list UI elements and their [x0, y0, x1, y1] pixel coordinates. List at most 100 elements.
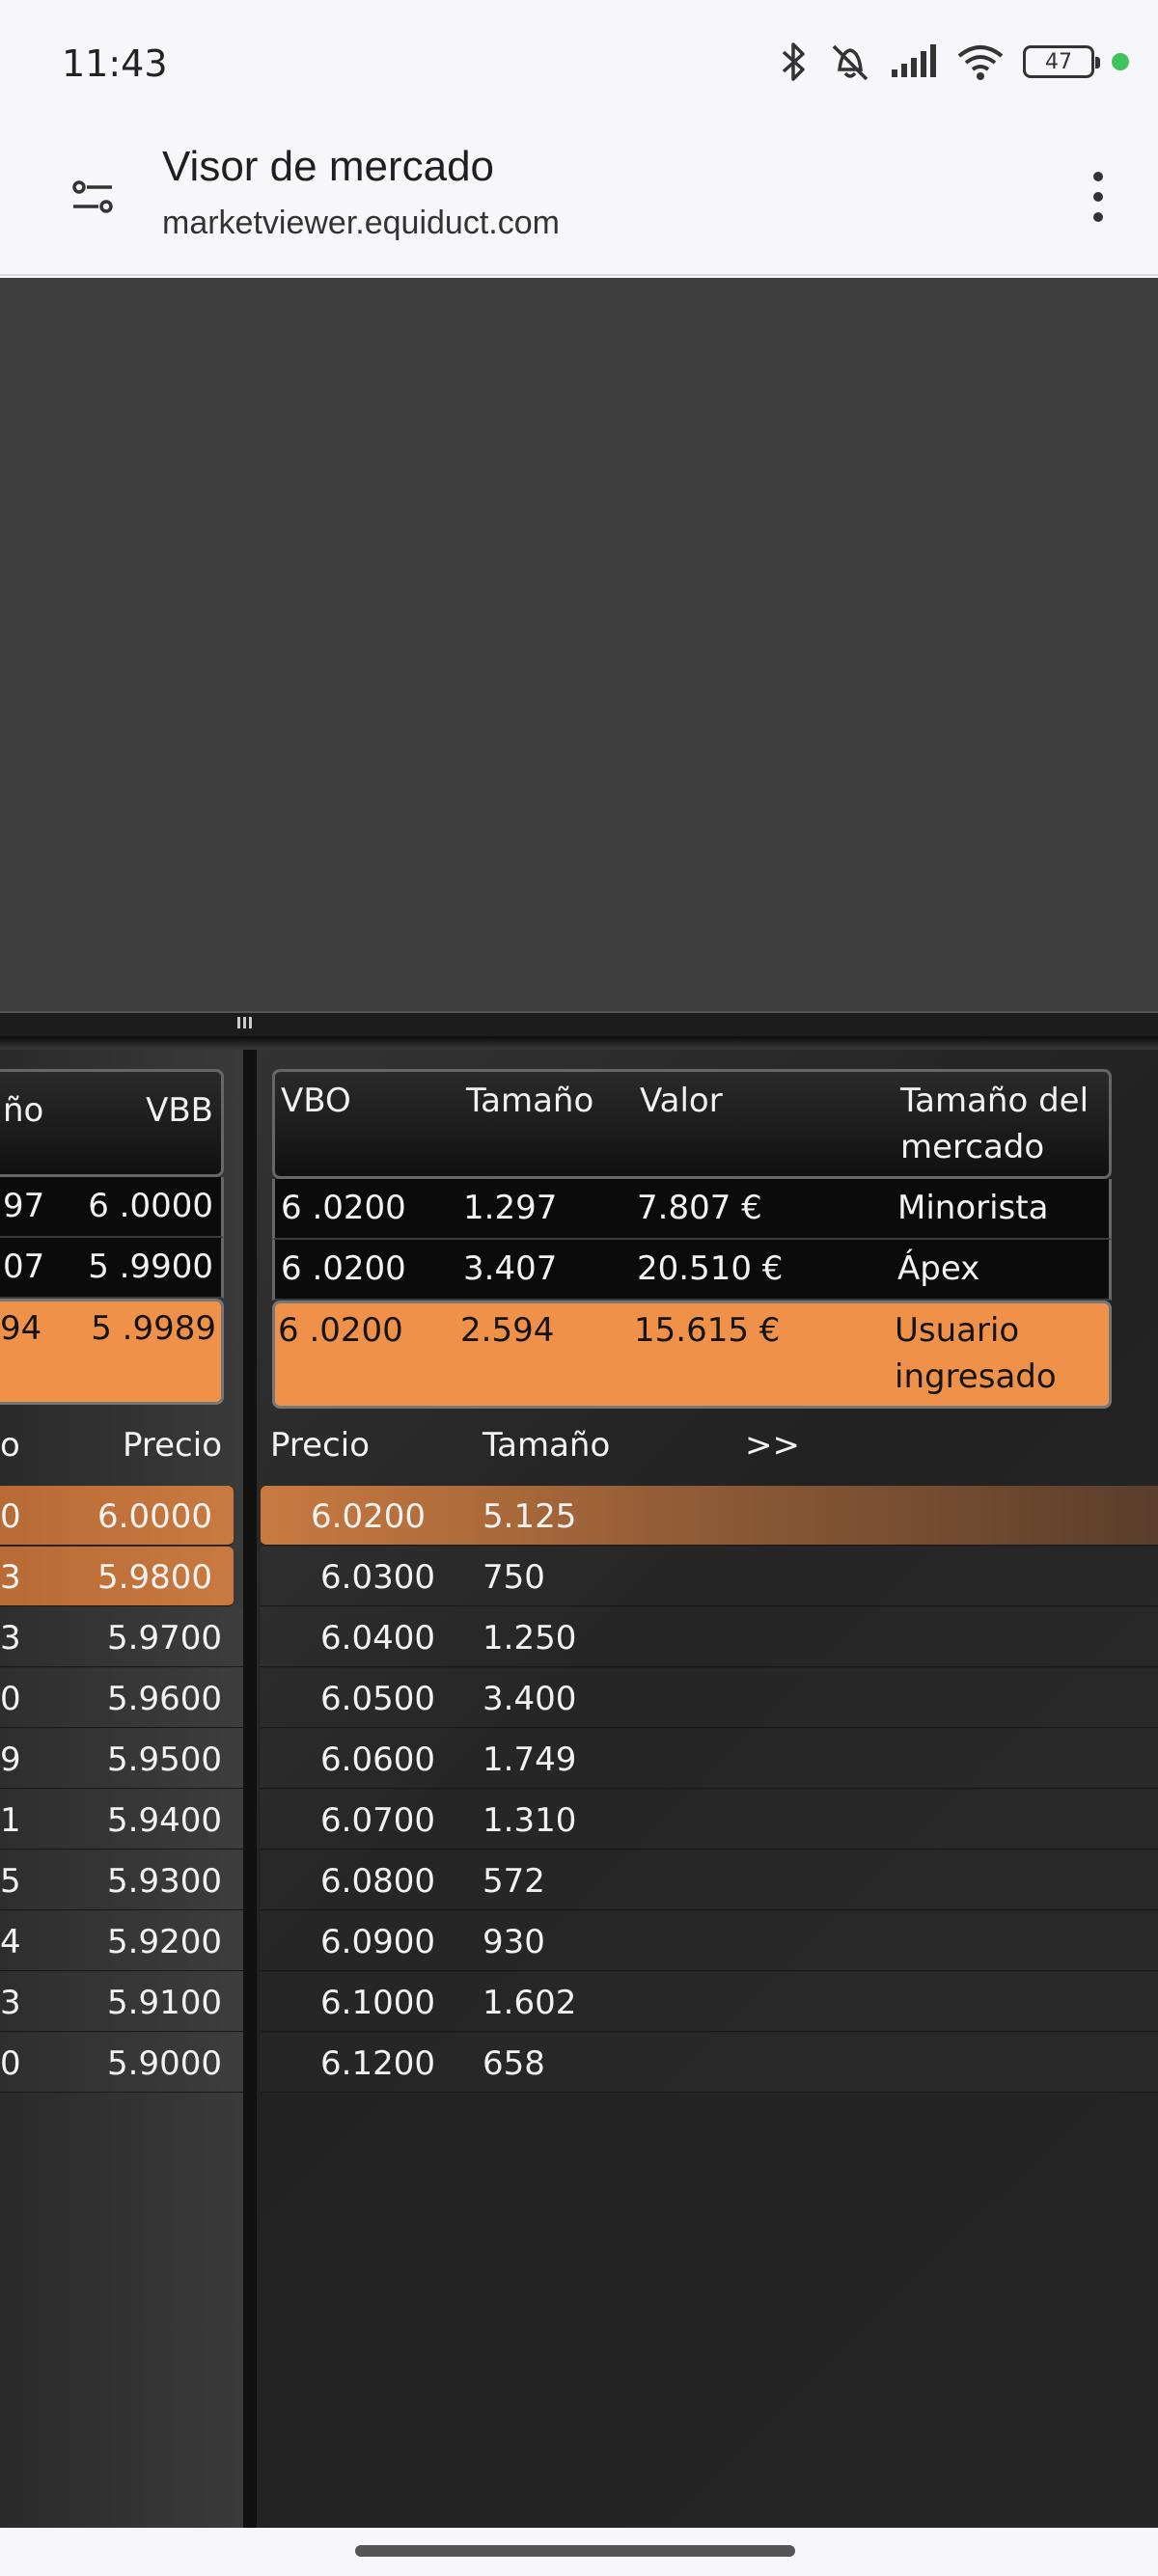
bid-book-price-header: Precio [123, 1426, 222, 1465]
offer-book-size: 1.602 [482, 1984, 577, 2022]
more-options-icon[interactable] [1085, 166, 1112, 228]
market-viewer: ño VBB 97 6 .0000 07 5 .9900 94 5 .9989 … [0, 278, 1158, 2528]
bid-vbb-header: VBB [146, 1091, 213, 1130]
bid-book-size: 0 [0, 1680, 21, 1718]
privacy-indicator [1112, 53, 1129, 70]
offer-quote-size: 2.594 [460, 1311, 555, 1350]
bid-book-price: 5.9000 [107, 2044, 222, 2083]
offer-book-price: 6.0300 [320, 1558, 435, 1597]
offer-size-header: Tamaño [466, 1082, 594, 1120]
offer-quote-size: 3.407 [463, 1249, 558, 1288]
offer-quote-market: Ápex [897, 1249, 980, 1288]
bid-book-row[interactable]: 3 5.9100 [0, 1972, 243, 2032]
offer-quote-market: Minorista [897, 1189, 1049, 1227]
offer-book-row[interactable]: 6.1000 1.602 [261, 1972, 1158, 2032]
offer-book-size: 572 [482, 1862, 545, 1901]
offer-book-price: 6.0900 [320, 1923, 435, 1961]
bid-book-row[interactable]: 9 5.9500 [0, 1729, 243, 1789]
offer-quote-header: VBO Tamaño Valor Tamaño del mercado [272, 1069, 1112, 1179]
bid-quote-size: 07 [3, 1247, 45, 1286]
bid-book-row[interactable]: 0 5.9000 [0, 2033, 243, 2093]
offer-book-row[interactable]: 6.0700 1.310 [261, 1790, 1158, 1850]
bid-quote-row-user[interactable]: 94 5 .9989 [0, 1299, 224, 1405]
bid-book-size: 0 [0, 1497, 21, 1536]
bid-book-row[interactable]: 5 5.9300 [0, 1850, 243, 1910]
bid-quote-vbb: 6 .0000 [88, 1187, 213, 1225]
bid-quote-vbb: 5 .9900 [88, 1247, 213, 1286]
offer-book-price: 6.0400 [320, 1619, 435, 1658]
offer-quote-market-2: ingresado [895, 1357, 1057, 1396]
bid-book-row[interactable]: 4 5.9200 [0, 1911, 243, 1971]
bid-book-row[interactable]: 3 5.9800 [0, 1547, 234, 1606]
offer-quote-value: 20.510 € [637, 1249, 784, 1288]
site-settings-icon[interactable] [68, 172, 118, 222]
offer-book-row[interactable]: 6.0400 1.250 [261, 1607, 1158, 1667]
panel-divider [243, 1050, 257, 2528]
page-title: Visor de mercado [162, 143, 495, 190]
bid-book-size: 5 [0, 1862, 21, 1901]
bid-book-size: 3 [0, 1984, 21, 2022]
home-gesture-handle[interactable] [355, 2545, 795, 2557]
bid-book-row[interactable]: 1 5.9400 [0, 1790, 243, 1850]
offer-book-size: 750 [482, 1558, 545, 1597]
bid-panel: ño VBB 97 6 .0000 07 5 .9900 94 5 .9989 … [0, 1050, 243, 2528]
bid-book-size: 4 [0, 1923, 21, 1961]
offer-quote-row[interactable]: 6 .0200 3.407 20.510 € Ápex [272, 1240, 1112, 1301]
offer-quote-vbo: 6 .0200 [281, 1189, 406, 1227]
offer-book-price: 6.0700 [320, 1801, 435, 1840]
bid-book-row[interactable]: 0 5.9600 [0, 1668, 243, 1728]
bid-book-size-header: o [0, 1426, 20, 1465]
bid-book-size: 0 [0, 2044, 21, 2083]
offer-quote-value: 15.615 € [634, 1311, 781, 1350]
bid-quote-header: ño VBB [0, 1069, 224, 1177]
status-icons: 47 [776, 41, 1129, 83]
bid-quote-row[interactable]: 07 5 .9900 [0, 1238, 224, 1299]
panel-splitter[interactable] [0, 1011, 1158, 1038]
bid-book-price: 5.9800 [97, 1558, 212, 1597]
offer-market-size-header-2: mercado [900, 1128, 1045, 1166]
offer-book-price: 6.0500 [320, 1680, 435, 1718]
bid-book-size: 3 [0, 1619, 21, 1658]
offer-value-header: Valor [640, 1082, 723, 1120]
bid-book-row[interactable]: 0 6.0000 [0, 1486, 234, 1546]
bid-book-price: 5.9200 [107, 1923, 222, 1961]
offer-book-size: 3.400 [482, 1680, 577, 1718]
splitter-grip-icon[interactable] [237, 1017, 255, 1030]
offer-quote-vbo: 6 .0200 [278, 1311, 403, 1350]
offer-book-row[interactable]: 6.0500 3.400 [261, 1668, 1158, 1728]
bid-book-row[interactable]: 3 5.9700 [0, 1607, 243, 1667]
bid-size-header: ño [3, 1091, 44, 1130]
offer-vbo-header: VBO [281, 1082, 351, 1120]
offer-book-row[interactable]: 6.1200 658 [261, 2033, 1158, 2093]
offer-panel: VBO Tamaño Valor Tamaño del mercado 6 .0… [257, 1050, 1158, 2528]
offer-book-price: 6.1000 [320, 1984, 435, 2022]
mute-bell-icon [832, 44, 868, 81]
offer-book-row[interactable]: 6.0900 930 [261, 1911, 1158, 1971]
bid-book-size: 1 [0, 1801, 21, 1840]
bid-book-price: 5.9500 [107, 1740, 222, 1779]
offer-book-size: 1.250 [482, 1619, 577, 1658]
bid-quote-row[interactable]: 97 6 .0000 [0, 1177, 224, 1238]
splitter-shadow [0, 1038, 1158, 1050]
offer-quote-size: 1.297 [463, 1189, 558, 1227]
offer-quote-vbo: 6 .0200 [281, 1249, 406, 1288]
bid-book-price: 5.9400 [107, 1801, 222, 1840]
bid-book-price: 6.0000 [97, 1497, 212, 1536]
chart-panel [0, 278, 1158, 1011]
bid-quote-size: 94 [0, 1309, 42, 1348]
status-time: 11:43 [62, 42, 168, 85]
offer-quote-row-user[interactable]: 6 .0200 2.594 15.615 € Usuario ingresado [272, 1301, 1112, 1409]
bid-book-price: 5.9700 [107, 1619, 222, 1658]
offer-book-row[interactable]: 6.0600 1.749 [261, 1729, 1158, 1789]
offer-quote-value: 7.807 € [637, 1189, 762, 1227]
offer-book-size: 5.125 [482, 1497, 577, 1536]
page-url[interactable]: marketviewer.equiduct.com [162, 205, 560, 242]
offer-book-row[interactable]: 6.0800 572 [261, 1850, 1158, 1910]
status-bar: 11:43 47 [0, 0, 1158, 133]
offer-book-row[interactable]: 6.0300 750 [261, 1547, 1158, 1606]
offer-book-price-header: Precio [270, 1426, 370, 1465]
bluetooth-icon [782, 42, 805, 81]
offer-book-expand-button[interactable]: >> [745, 1426, 800, 1465]
offer-book-row[interactable]: 6.0200 5.125 [261, 1486, 1158, 1546]
offer-quote-row[interactable]: 6 .0200 1.297 7.807 € Minorista [272, 1179, 1112, 1240]
